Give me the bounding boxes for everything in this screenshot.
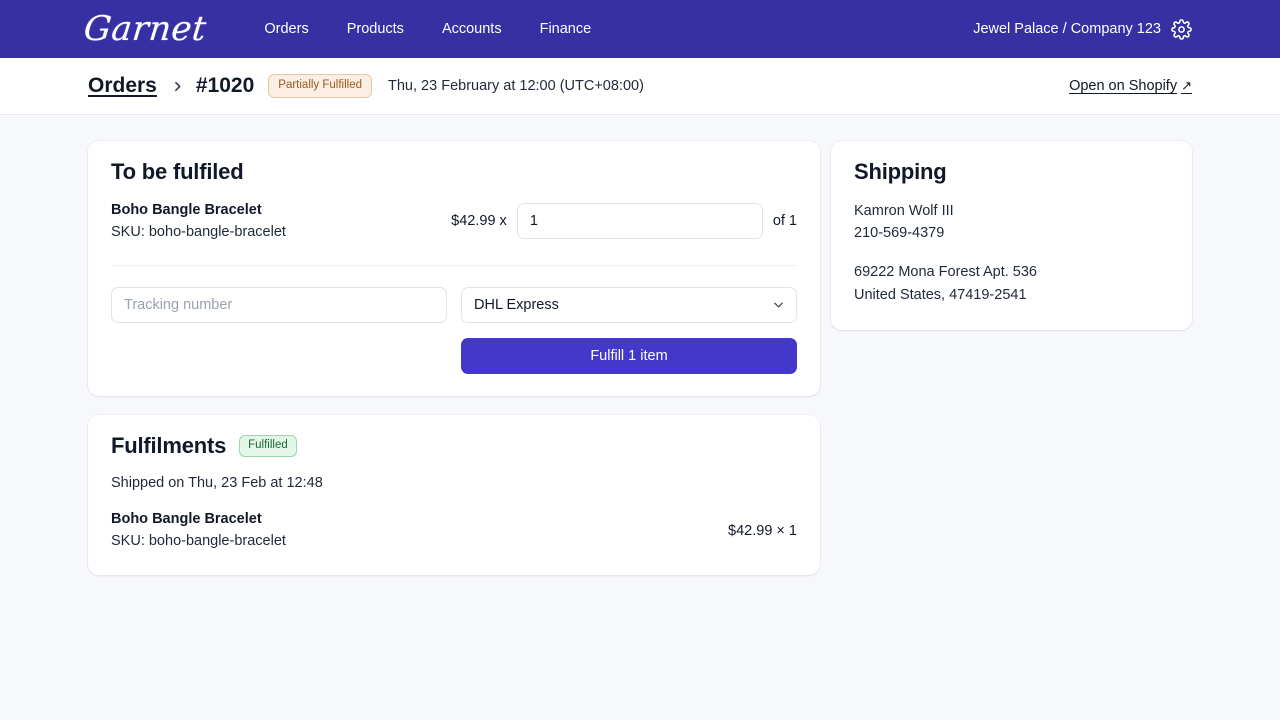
status-badge-partially-fulfilled: Partially Fulfilled (268, 74, 372, 99)
nav-link-finance[interactable]: Finance (540, 22, 592, 37)
right-column: Shipping Kamron Wolf III 210-569-4379 69… (831, 141, 1192, 330)
to-be-fulfilled-card: To be fulfiled Boho Bangle Bracelet SKU:… (88, 141, 820, 396)
line-item-quantity-area: $42.99 x of 1 (451, 203, 797, 239)
fulfilment-line-item: Boho Bangle Bracelet SKU: boho-bangle-br… (111, 509, 797, 553)
account-name-label: Jewel Palace / Company 123 (973, 21, 1161, 37)
fulfilments-title: Fulfilments (111, 432, 226, 460)
shipping-card: Shipping Kamron Wolf III 210-569-4379 69… (831, 141, 1192, 330)
left-column: To be fulfiled Boho Bangle Bracelet SKU:… (88, 141, 820, 575)
fulfilment-item-info: Boho Bangle Bracelet SKU: boho-bangle-br… (111, 509, 286, 553)
shipping-address-line-1: 69222 Mona Forest Apt. 536 (854, 261, 1169, 284)
page-content: To be fulfiled Boho Bangle Bracelet SKU:… (0, 115, 1280, 575)
carrier-select[interactable]: DHL Express (461, 287, 797, 323)
fulfill-items-button[interactable]: Fulfill 1 item (461, 338, 797, 374)
shipping-address-block: 69222 Mona Forest Apt. 536 United States… (854, 261, 1169, 307)
account-area: Jewel Palace / Company 123 (973, 19, 1192, 40)
open-on-shopify-label: Open on Shopify (1069, 78, 1177, 94)
line-item-of-total: of 1 (773, 213, 797, 229)
quantity-input[interactable] (517, 203, 763, 239)
card-divider (111, 265, 797, 266)
fulfilments-card: Fulfilments Fulfilled Shipped on Thu, 23… (88, 415, 820, 574)
tracking-field-col (111, 287, 447, 374)
shipping-phone: 210-569-4379 (854, 222, 1169, 245)
nav-link-accounts[interactable]: Accounts (442, 22, 502, 37)
top-navigation-bar: Garnet Orders Products Accounts Finance … (0, 0, 1280, 58)
nav-link-orders[interactable]: Orders (264, 22, 308, 37)
shipping-address-line-2: United States, 47419-2541 (854, 284, 1169, 307)
carrier-field-col: DHL Express Fulfill 1 item (461, 287, 797, 374)
brand-logo[interactable]: Garnet (82, 12, 208, 46)
arrow-up-right-icon: ↗ (1181, 78, 1192, 94)
fulfilments-header: Fulfilments Fulfilled (111, 432, 797, 460)
shipping-title: Shipping (854, 158, 1169, 186)
tracking-number-input[interactable] (111, 287, 447, 323)
order-number: #1020 (196, 74, 254, 98)
breadcrumb-orders-link[interactable]: Orders (88, 74, 157, 98)
shipped-on-label: Shipped on Thu, 23 Feb at 12:48 (111, 475, 797, 491)
fulfilment-product-sku: SKU: boho-bangle-bracelet (111, 531, 286, 553)
shipping-recipient-name: Kamron Wolf III (854, 200, 1169, 223)
order-date-label: Thu, 23 February at 12:00 (UTC+08:00) (388, 78, 644, 94)
chevron-right-icon (171, 80, 184, 93)
nav-link-products[interactable]: Products (347, 22, 404, 37)
status-badge-fulfilled: Fulfilled (239, 435, 297, 458)
line-item-row: Boho Bangle Bracelet SKU: boho-bangle-br… (111, 200, 797, 244)
line-item-price: $42.99 x (451, 213, 507, 229)
gear-icon[interactable] (1171, 19, 1192, 40)
fulfilment-item-price: $42.99 × 1 (728, 523, 797, 539)
line-item-product-name: Boho Bangle Bracelet (111, 200, 451, 221)
carrier-select-value: DHL Express (474, 297, 559, 313)
line-item-sku: SKU: boho-bangle-bracelet (111, 222, 451, 244)
primary-nav-links: Orders Products Accounts Finance (264, 22, 591, 37)
breadcrumb-bar: Orders #1020 Partially Fulfilled Thu, 23… (0, 58, 1280, 115)
shipping-recipient-block: Kamron Wolf III 210-569-4379 (854, 200, 1169, 246)
to-be-fulfilled-title: To be fulfiled (111, 158, 797, 186)
fulfilment-form: DHL Express Fulfill 1 item (111, 287, 797, 374)
open-on-shopify-link[interactable]: Open on Shopify ↗ (1069, 78, 1192, 94)
line-item-info: Boho Bangle Bracelet SKU: boho-bangle-br… (111, 200, 451, 244)
fulfilment-product-name: Boho Bangle Bracelet (111, 509, 286, 530)
